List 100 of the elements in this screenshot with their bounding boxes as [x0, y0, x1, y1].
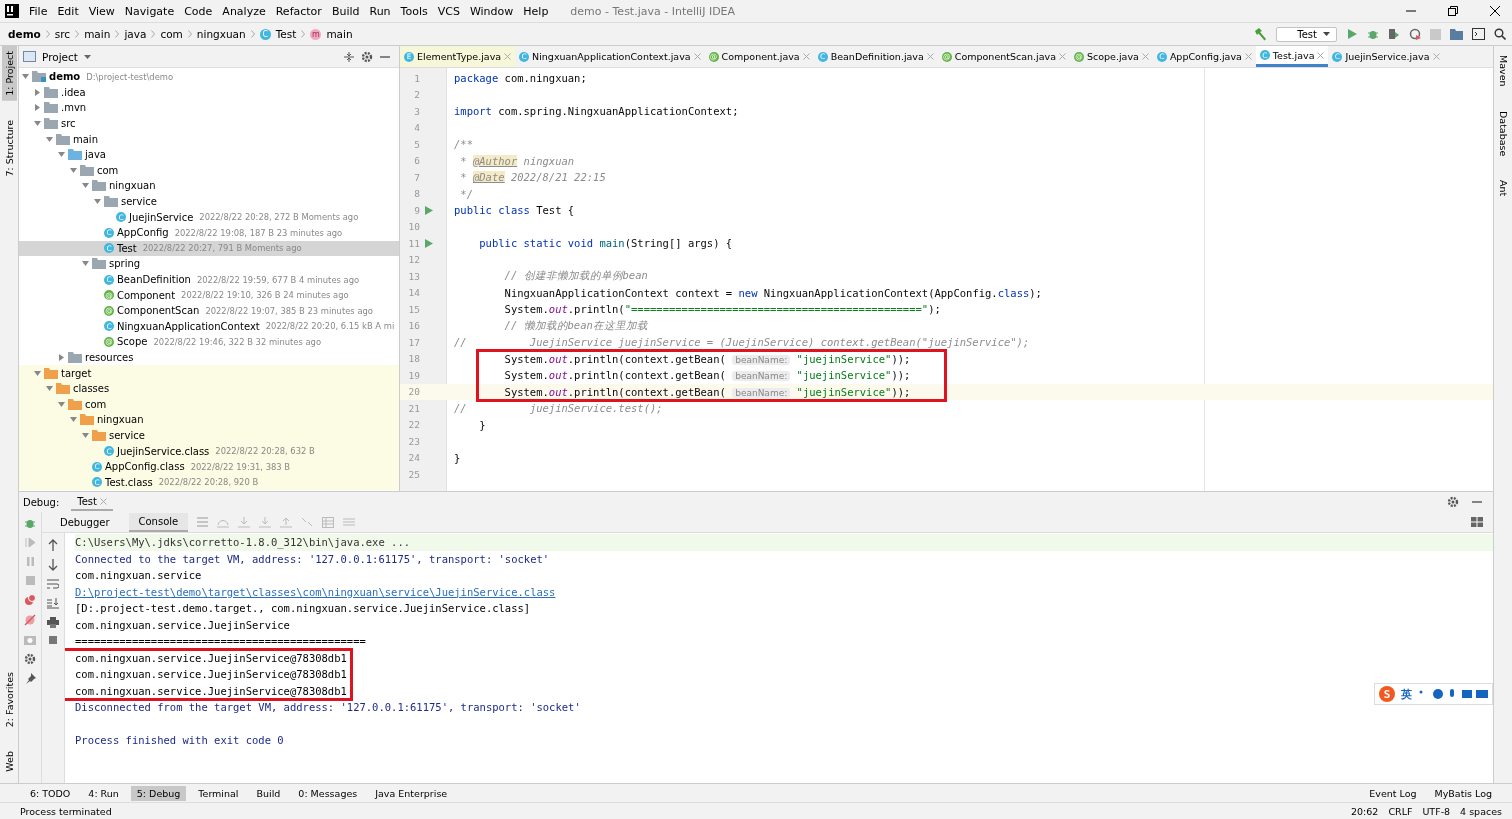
- menu-item[interactable]: VCS: [437, 4, 460, 18]
- expand-arrow-icon[interactable]: [22, 73, 29, 81]
- search-icon[interactable]: [1494, 28, 1506, 40]
- close-icon[interactable]: [1490, 6, 1500, 16]
- breadcrumb[interactable]: main: [326, 28, 353, 40]
- tool-window-button[interactable]: Event Log: [1363, 785, 1423, 801]
- bug-icon[interactable]: [24, 517, 36, 529]
- menu-item[interactable]: Window: [469, 4, 514, 18]
- hammer-icon[interactable]: [1253, 27, 1268, 41]
- settings-icon[interactable]: [361, 50, 373, 63]
- tree-folder[interactable]: .mvn: [19, 100, 399, 116]
- pin-icon[interactable]: [24, 673, 36, 684]
- expand-arrow-icon[interactable]: [94, 198, 101, 206]
- tool-window-button[interactable]: 6: TODO: [24, 785, 77, 801]
- collapse-all-icon[interactable]: [343, 50, 355, 63]
- menu-item[interactable]: Analyze: [222, 4, 266, 18]
- tool-window-tab[interactable]: Web: [1, 746, 17, 777]
- table-icon[interactable]: [322, 516, 335, 528]
- resume-icon[interactable]: [24, 537, 36, 548]
- tree-folder[interactable]: demo D:\project-test\demo: [19, 69, 399, 85]
- expand-arrow-icon[interactable]: [82, 431, 89, 439]
- camera-icon[interactable]: [24, 634, 36, 645]
- menu-item[interactable]: Refactor: [275, 4, 322, 18]
- expand-arrow-icon[interactable]: [34, 120, 41, 128]
- panel-title[interactable]: Project: [42, 50, 78, 63]
- tool-window-tab[interactable]: 1: Project: [1, 46, 17, 101]
- tree-folder[interactable]: ningxuan: [19, 412, 399, 428]
- menu-item[interactable]: Navigate: [124, 4, 175, 18]
- status-item[interactable]: 4 spaces: [1460, 805, 1502, 817]
- settings-icon[interactable]: [1447, 496, 1459, 508]
- breadcrumb[interactable]: com: [160, 28, 183, 40]
- breakpoints-icon[interactable]: [24, 594, 36, 606]
- status-item[interactable]: CRLF: [1388, 805, 1413, 817]
- stop-icon[interactable]: [24, 575, 36, 586]
- expand-arrow-icon[interactable]: [70, 416, 77, 424]
- run-icon[interactable]: [425, 238, 433, 248]
- tree-folder[interactable]: main: [19, 131, 399, 147]
- expand-arrow-icon[interactable]: [58, 354, 65, 361]
- tool-window-button[interactable]: 4: Run: [82, 785, 125, 801]
- expand-arrow-icon[interactable]: [46, 135, 53, 143]
- menu-item[interactable]: Build: [331, 4, 360, 18]
- breadcrumb[interactable]: ningxuan: [196, 28, 246, 40]
- menu-item[interactable]: Code: [184, 4, 213, 18]
- expand-arrow-icon[interactable]: [58, 151, 65, 159]
- tool-window-tab[interactable]: 2: Favorites: [1, 667, 17, 733]
- status-item[interactable]: UTF-8: [1422, 805, 1451, 817]
- tree-folder[interactable]: .idea: [19, 84, 399, 101]
- terminal-window-icon[interactable]: [1472, 28, 1485, 40]
- tool-window-button[interactable]: Java Enterprise: [369, 785, 454, 801]
- debug-tab[interactable]: Debugger: [50, 513, 120, 531]
- settings-icon[interactable]: [24, 653, 36, 665]
- tree-folder[interactable]: resources: [19, 349, 399, 366]
- step-out-icon[interactable]: [280, 516, 293, 528]
- expand-arrow-icon[interactable]: [34, 104, 41, 112]
- tool-window-button[interactable]: 0: Messages: [292, 785, 364, 801]
- menu-item[interactable]: Tools: [400, 4, 428, 18]
- tool-window-tab[interactable]: Database: [1495, 105, 1511, 161]
- menu-item[interactable]: Edit: [57, 4, 79, 18]
- expand-arrow-icon[interactable]: [46, 385, 53, 393]
- tool-window-button[interactable]: Terminal: [192, 785, 245, 801]
- breadcrumb[interactable]: java: [124, 28, 147, 40]
- caret-icon[interactable]: [83, 54, 91, 59]
- toolbar-icons-drawing[interactable]: [1418, 688, 1488, 700]
- expand-arrow-icon[interactable]: [34, 369, 41, 377]
- tool-window-tab[interactable]: Ant: [1495, 174, 1511, 202]
- status-item[interactable]: 20:62: [1351, 805, 1379, 817]
- bug-icon[interactable]: [1367, 28, 1379, 40]
- layout-icon[interactable]: [1471, 517, 1483, 527]
- tree-folder[interactable]: spring: [19, 256, 399, 272]
- run-icon[interactable]: [425, 205, 433, 215]
- expand-arrow-icon[interactable]: [34, 88, 41, 96]
- tree-folder[interactable]: service: [19, 193, 399, 210]
- tool-window-button[interactable]: MyBatis Log: [1428, 785, 1498, 801]
- tree-folder[interactable]: com: [19, 396, 399, 413]
- menu-item[interactable]: File: [29, 4, 48, 18]
- tool-window-tab[interactable]: 7: Structure: [1, 114, 17, 182]
- breadcrumb[interactable]: src: [54, 28, 71, 40]
- up-arrow-icon[interactable]: [48, 539, 58, 551]
- down-arrow-icon[interactable]: [48, 559, 58, 571]
- mute-breakpoints-icon[interactable]: [24, 614, 36, 626]
- tree-folder[interactable]: com: [19, 162, 399, 179]
- expand-arrow-icon[interactable]: [58, 400, 65, 408]
- scroll-to-end-icon[interactable]: [47, 598, 59, 609]
- breadcrumb[interactable]: Test: [275, 28, 297, 40]
- soft-wrap-icon[interactable]: [47, 579, 59, 590]
- tree-folder[interactable]: java: [19, 146, 399, 163]
- step-into-icon[interactable]: [238, 516, 251, 528]
- tool-window-tab[interactable]: Maven: [1495, 50, 1511, 92]
- tool-window-button[interactable]: 5: Debug: [130, 785, 187, 801]
- run-icon[interactable]: [1346, 28, 1358, 40]
- pause-icon[interactable]: [24, 556, 36, 567]
- debug-session-tab[interactable]: Test: [71, 493, 114, 511]
- tree-folder[interactable]: target: [19, 365, 399, 381]
- debug-tab[interactable]: Console: [128, 512, 189, 532]
- expand-arrow-icon[interactable]: [70, 166, 77, 174]
- restore-icon[interactable]: [1448, 6, 1458, 16]
- caret-icon[interactable]: [1323, 32, 1330, 36]
- coverage-icon[interactable]: [1388, 28, 1400, 40]
- file-path-link[interactable]: D:\project-test\demo\target\classes\com\ningxuan\service\JuejinService.class: [75, 585, 556, 598]
- menu-item[interactable]: View: [88, 4, 115, 18]
